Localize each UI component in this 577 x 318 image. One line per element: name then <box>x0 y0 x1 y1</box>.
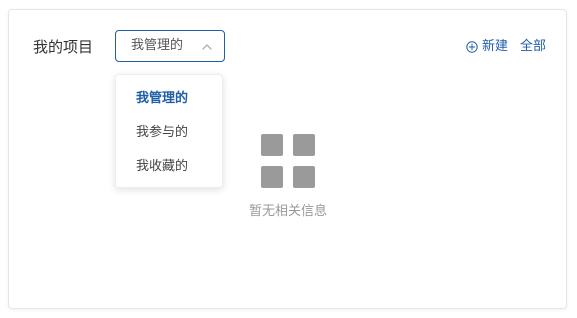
card-title: 我的项目 <box>33 38 94 56</box>
filter-option-managed[interactable]: 我管理的 <box>136 90 188 108</box>
selected-filter: 我管理的 <box>131 38 184 53</box>
filter-option-participated[interactable]: 我参与的 <box>136 124 188 142</box>
new-project-label: 新建 <box>481 39 508 54</box>
card-actions: 新建 全部 <box>466 38 546 56</box>
filter-option-favorited[interactable]: 我收藏的 <box>136 158 188 176</box>
filter-dropdown: 我管理的 我参与的 我收藏的 <box>115 74 223 188</box>
new-project-button[interactable]: 新建 <box>466 38 508 56</box>
empty-state-text: 暂无相关信息 <box>248 204 327 219</box>
chevron-up-icon <box>202 44 212 50</box>
project-filter-select[interactable]: 我管理的 <box>115 30 225 62</box>
my-projects-card: 我的项目 我管理的 新建 全部 我管理的 我参与的 我收藏的 暂无相关信息 <box>8 9 567 309</box>
view-all-link[interactable]: 全部 <box>520 38 546 56</box>
plus-circle-icon <box>466 41 478 53</box>
empty-state: 暂无相关信息 <box>244 134 332 220</box>
grid-icon <box>261 134 315 188</box>
